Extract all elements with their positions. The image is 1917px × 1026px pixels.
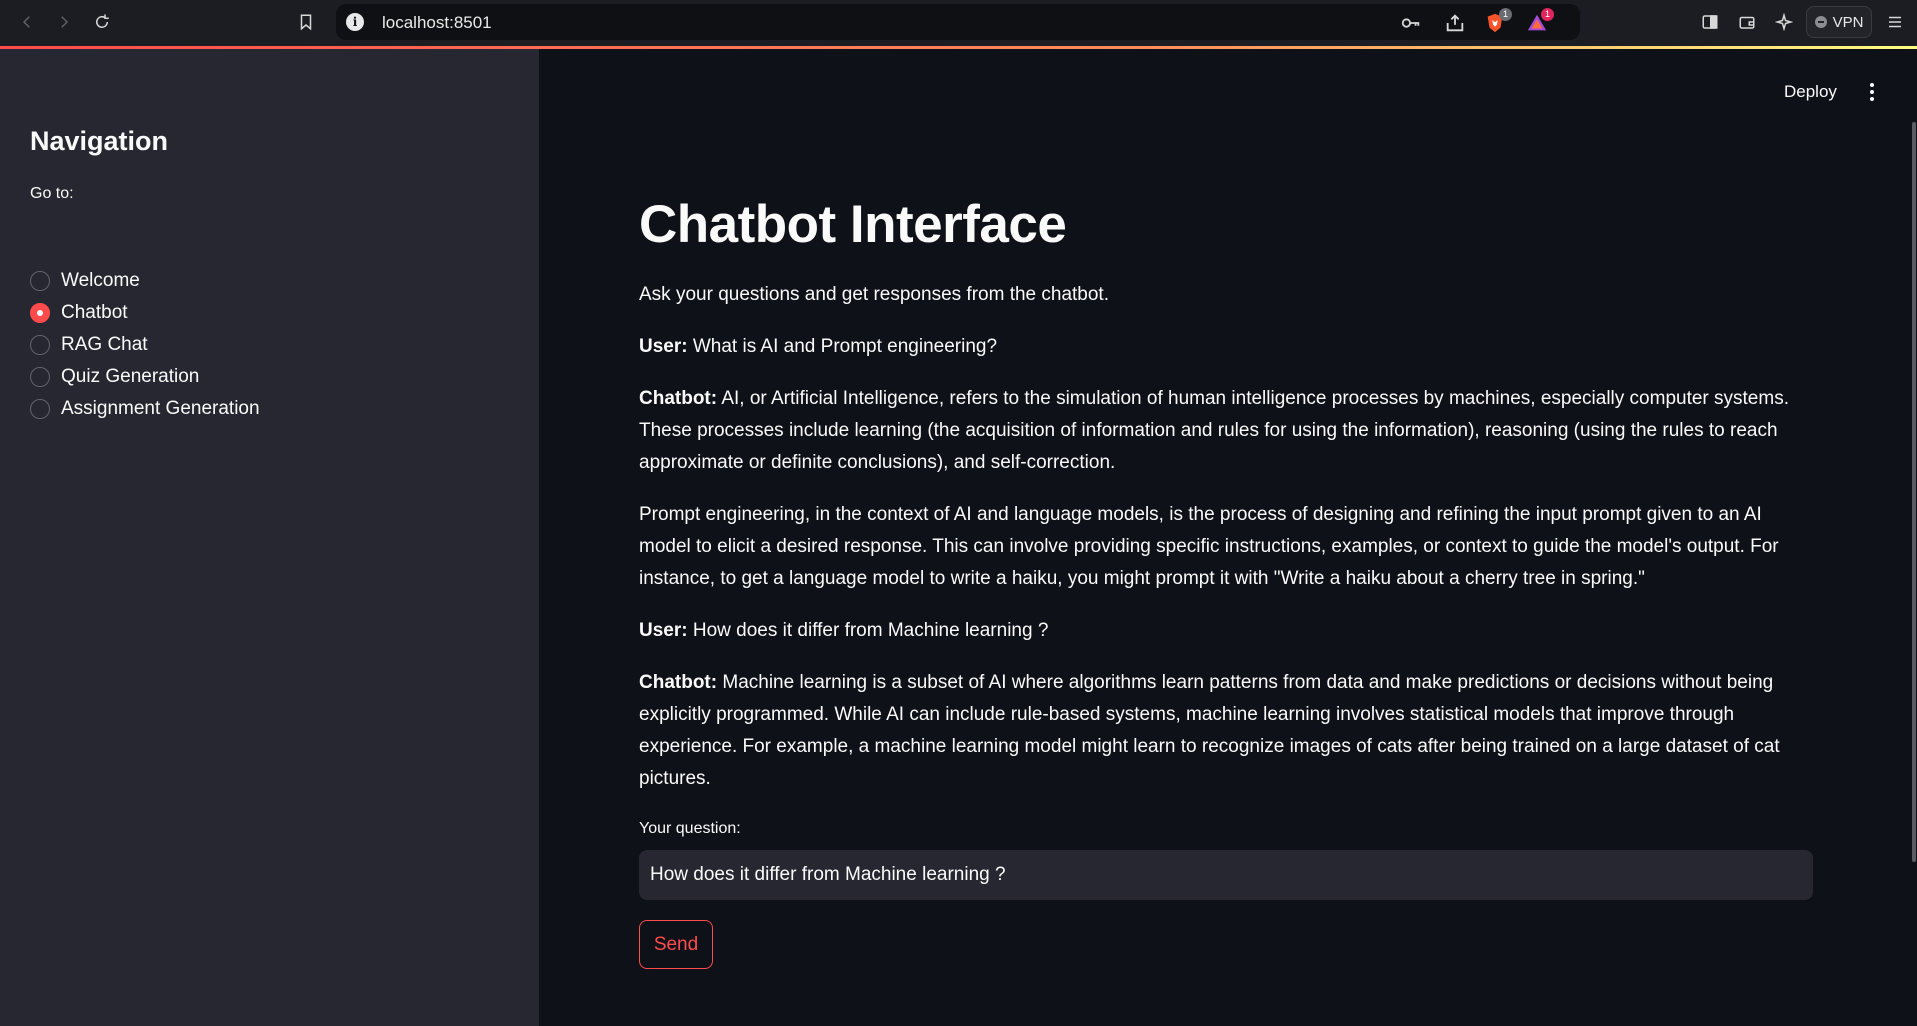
radio-circle[interactable] (30, 335, 50, 355)
leo-ai-icon[interactable] (1771, 9, 1797, 35)
deploy-button[interactable]: Deploy (1784, 82, 1837, 102)
chat-message-bot: Chatbot: AI, or Artificial Intelligence,… (639, 383, 1814, 479)
radio-label: Chatbot (61, 302, 128, 323)
scrollbar[interactable] (1912, 122, 1916, 862)
message-text: Machine learning is a subset of AI where… (639, 672, 1780, 789)
radio-quiz-generation[interactable]: Quiz Generation (30, 363, 199, 391)
send-button[interactable]: Send (639, 920, 713, 969)
chat-message-bot: Chatbot: Machine learning is a subset of… (639, 667, 1814, 795)
question-label: Your question: (639, 820, 741, 837)
radio-welcome[interactable]: Welcome (30, 267, 140, 295)
speaker-label: User: (639, 620, 688, 641)
radio-chatbot[interactable]: Chatbot (30, 299, 128, 327)
url-text[interactable]: localhost:8501 (382, 13, 492, 33)
radio-circle[interactable] (30, 271, 50, 291)
menu-icon[interactable] (1882, 9, 1908, 35)
radio-circle[interactable] (30, 399, 50, 419)
rewards-badge: 1 (1541, 8, 1554, 21)
key-icon[interactable] (1400, 12, 1422, 34)
question-input[interactable] (639, 850, 1813, 900)
chat-message-user: User: What is AI and Prompt engineering? (639, 331, 1814, 363)
shields-badge: 1 (1499, 8, 1512, 21)
back-icon[interactable] (14, 9, 40, 35)
radio-label: Assignment Generation (61, 398, 260, 419)
sidebar (0, 49, 539, 1026)
sidebar-title: Navigation (30, 126, 169, 156)
radio-circle[interactable] (30, 367, 50, 387)
brave-rewards-icon[interactable]: 1 (1526, 8, 1554, 34)
vpn-status-icon (1814, 16, 1827, 28)
radio-assignment-generation[interactable]: Assignment Generation (30, 395, 260, 423)
speaker-label: Chatbot: (639, 388, 718, 409)
chat-message-bot-continued: Prompt engineering, in the context of AI… (639, 499, 1814, 595)
kebab-menu-icon[interactable] (1862, 80, 1882, 104)
speaker-label: User: (639, 336, 688, 357)
speaker-label: Chatbot: (639, 672, 718, 693)
radio-circle-selected[interactable] (30, 303, 50, 323)
radio-label: Quiz Generation (61, 366, 200, 387)
wallet-icon[interactable] (1734, 9, 1760, 35)
intro-text: Ask your questions and get responses fro… (639, 284, 1109, 305)
chat-message-user: User: How does it differ from Machine le… (639, 615, 1814, 647)
radio-label: Welcome (61, 270, 140, 291)
radio-group-label: Go to: (30, 185, 74, 202)
message-text: How does it differ from Machine learning… (687, 620, 1049, 641)
page-title: Chatbot Interface (639, 195, 1067, 254)
browser-toolbar: i localhost:8501 1 1 VPN (0, 0, 1917, 46)
message-text: What is AI and Prompt engineering? (687, 336, 998, 357)
sidebar-toggle-icon[interactable] (1697, 9, 1723, 35)
site-info-icon[interactable]: i (346, 13, 364, 31)
vpn-button[interactable]: VPN (1806, 6, 1872, 38)
radio-label: RAG Chat (61, 334, 148, 355)
message-text: Prompt engineering, in the context of AI… (639, 504, 1779, 589)
bookmark-icon[interactable] (293, 9, 319, 35)
message-text: AI, or Artificial Intelligence, refers t… (639, 388, 1789, 473)
radio-rag-chat[interactable]: RAG Chat (30, 331, 148, 359)
forward-icon[interactable] (51, 9, 77, 35)
address-bar[interactable]: i localhost:8501 1 1 (336, 4, 1580, 40)
brave-shields-icon[interactable]: 1 (1484, 8, 1512, 34)
reload-icon[interactable] (89, 9, 115, 35)
vpn-label: VPN (1832, 13, 1864, 31)
share-icon[interactable] (1444, 12, 1466, 34)
